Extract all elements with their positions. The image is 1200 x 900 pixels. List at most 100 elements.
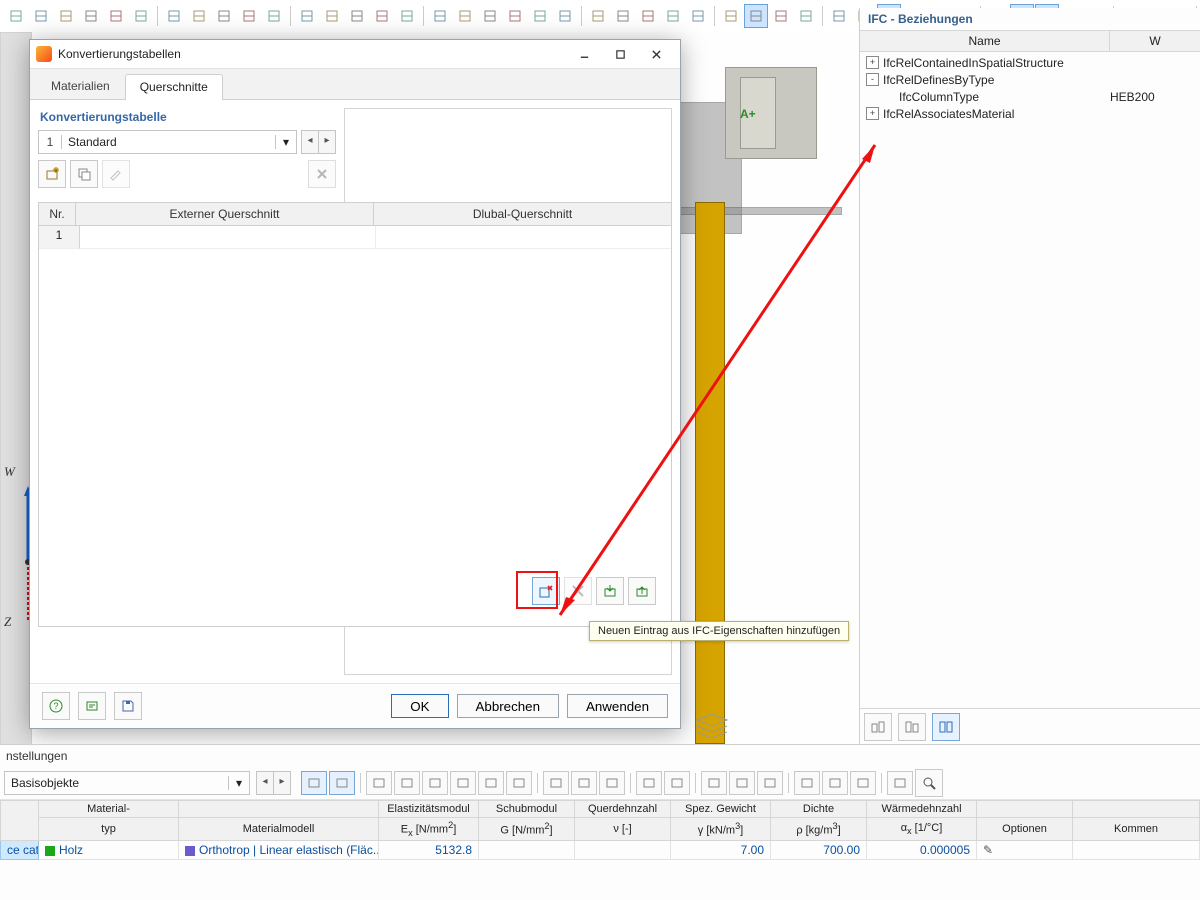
settings-toolbar-button[interactable] — [701, 771, 727, 795]
apply-button[interactable]: Anwenden — [567, 694, 668, 718]
grid-header-dlubal[interactable]: Dlubal-Querschnitt — [374, 203, 671, 225]
svg-text:★: ★ — [54, 168, 59, 174]
toolbar-button[interactable] — [262, 4, 286, 28]
toolbar-button[interactable] — [162, 4, 186, 28]
toolbar-button[interactable] — [827, 4, 851, 28]
toolbar-button[interactable] — [661, 4, 685, 28]
tab-crosssections[interactable]: Querschnitte — [125, 74, 223, 100]
dock-col-value[interactable]: W — [1110, 31, 1200, 51]
toolbar-button[interactable] — [104, 4, 128, 28]
settings-toolbar-button[interactable] — [822, 771, 848, 795]
ok-button[interactable]: OK — [391, 694, 448, 718]
close-button[interactable] — [638, 42, 674, 66]
toolbar-button[interactable] — [4, 4, 28, 28]
tab-materials[interactable]: Materialien — [36, 73, 125, 99]
settings-toolbar-button[interactable] — [599, 771, 625, 795]
grid-header-nr[interactable]: Nr. — [39, 203, 76, 225]
settings-toolbar-button[interactable] — [850, 771, 876, 795]
toolbar-button[interactable] — [611, 4, 635, 28]
settings-toolbar-button[interactable] — [366, 771, 392, 795]
settings-toolbar-button[interactable] — [636, 771, 662, 795]
toolbar-button[interactable] — [370, 4, 394, 28]
dock-btn-2[interactable] — [898, 713, 926, 741]
settings-toolbar-button[interactable] — [450, 771, 476, 795]
help-button[interactable]: ? — [42, 692, 70, 720]
tree-toggle[interactable]: + — [866, 56, 879, 69]
toolbar-button[interactable] — [54, 4, 78, 28]
toolbar-button[interactable] — [528, 4, 552, 28]
settings-prev[interactable]: ◂ — [256, 771, 274, 795]
rename-table-button[interactable] — [102, 160, 130, 188]
search-icon[interactable] — [915, 769, 943, 797]
settings-toolbar-button[interactable] — [757, 771, 783, 795]
settings-toolbar-button[interactable] — [394, 771, 420, 795]
grid-row[interactable]: 1 — [39, 226, 671, 249]
settings-toolbar-button[interactable] — [543, 771, 569, 795]
minimize-button[interactable] — [566, 42, 602, 66]
mapping-grid[interactable]: Nr. Externer Querschnitt Dlubal-Querschn… — [38, 202, 672, 627]
toolbar-button[interactable] — [744, 4, 768, 28]
settings-toolbar-button[interactable] — [329, 771, 355, 795]
toolbar-button[interactable] — [295, 4, 319, 28]
tree-row[interactable]: +IfcRelAssociatesMaterial — [860, 105, 1200, 122]
toolbar-button[interactable] — [79, 4, 103, 28]
grid-header-ext[interactable]: Externer Querschnitt — [76, 203, 374, 225]
remove-row-button[interactable] — [564, 577, 592, 605]
settings-toolbar-button[interactable] — [729, 771, 755, 795]
toolbar-button[interactable] — [29, 4, 53, 28]
cancel-button[interactable]: Abbrechen — [457, 694, 559, 718]
chevron-down-icon[interactable]: ▾ — [228, 776, 249, 790]
spin-prev[interactable]: ◂ — [301, 130, 319, 154]
dock-btn-1[interactable] — [864, 713, 892, 741]
settings-combo[interactable]: Basisobjekte ▾ — [4, 771, 250, 795]
settings-toolbar-button[interactable] — [422, 771, 448, 795]
toolbar-button[interactable] — [428, 4, 452, 28]
dock-btn-3[interactable] — [932, 713, 960, 741]
tree-toggle[interactable]: - — [866, 73, 879, 86]
settings-toolbar-button[interactable] — [571, 771, 597, 795]
tree-row[interactable]: -IfcRelDefinesByType — [860, 71, 1200, 88]
settings-toolbar-button[interactable] — [794, 771, 820, 795]
settings-toolbar-button[interactable] — [301, 771, 327, 795]
save-button[interactable] — [114, 692, 142, 720]
dialog-titlebar[interactable]: Konvertierungstabellen — [30, 40, 680, 69]
toolbar-button[interactable] — [320, 4, 344, 28]
toolbar-button[interactable] — [794, 4, 818, 28]
import-button[interactable] — [596, 577, 624, 605]
spin-next[interactable]: ▸ — [318, 130, 336, 154]
dock-col-name[interactable]: Name — [860, 31, 1110, 51]
tree-row[interactable]: +IfcRelContainedInSpatialStructure — [860, 54, 1200, 71]
toolbar-button[interactable] — [586, 4, 610, 28]
toolbar-button[interactable] — [345, 4, 369, 28]
toolbar-button[interactable] — [129, 4, 153, 28]
table-select[interactable]: 1 Standard ▾ — [38, 130, 297, 154]
toolbar-button[interactable] — [769, 4, 793, 28]
toolbar-button[interactable] — [453, 4, 477, 28]
settings-toolbar-button[interactable] — [506, 771, 532, 795]
settings-toolbar-button[interactable] — [664, 771, 690, 795]
export-button[interactable] — [628, 577, 656, 605]
toolbar-button[interactable] — [478, 4, 502, 28]
toolbar-button[interactable] — [636, 4, 660, 28]
toolbar-button[interactable] — [686, 4, 710, 28]
toolbar-button[interactable] — [212, 4, 236, 28]
delete-table-button[interactable] — [308, 160, 336, 188]
copy-table-button[interactable] — [70, 160, 98, 188]
toolbar-button[interactable] — [553, 4, 577, 28]
tree-row[interactable]: IfcColumnTypeHEB200 — [860, 88, 1200, 105]
toolbar-button[interactable] — [237, 4, 261, 28]
toolbar-button[interactable] — [187, 4, 211, 28]
materials-table[interactable]: Material-ElastizitätsmodulSchubmodulQuer… — [0, 800, 1200, 860]
toolbar-button[interactable] — [395, 4, 419, 28]
new-table-button[interactable]: ★ — [38, 160, 66, 188]
toolbar-button[interactable] — [719, 4, 743, 28]
chevron-down-icon[interactable]: ▾ — [275, 135, 296, 149]
tree-toggle[interactable]: + — [866, 107, 879, 120]
settings-toolbar-button[interactable] — [887, 771, 913, 795]
script-button[interactable] — [78, 692, 106, 720]
toolbar-button[interactable] — [503, 4, 527, 28]
settings-toolbar-button[interactable] — [478, 771, 504, 795]
ifc-tree[interactable]: +IfcRelContainedInSpatialStructure-IfcRe… — [860, 52, 1200, 124]
maximize-button[interactable] — [602, 42, 638, 66]
settings-next[interactable]: ▸ — [273, 771, 291, 795]
